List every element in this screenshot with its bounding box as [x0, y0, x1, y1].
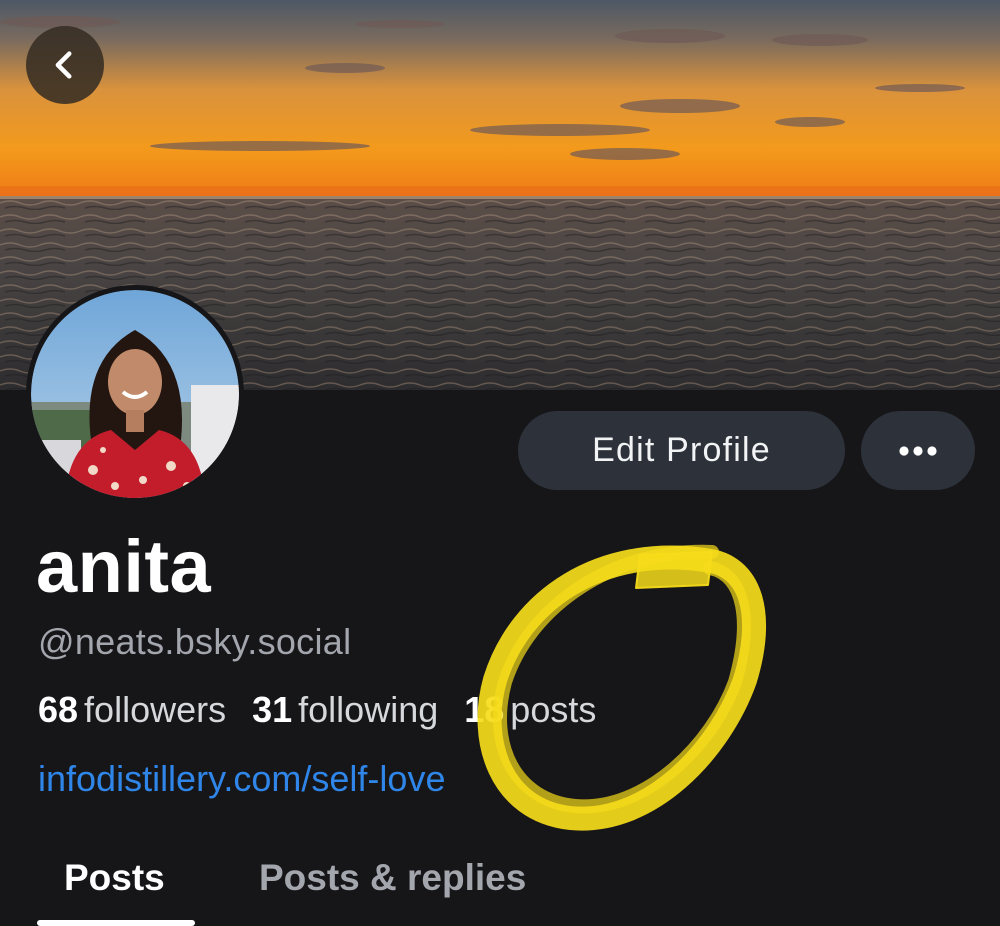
following-stat[interactable]: 31 following — [252, 688, 438, 731]
profile-stats: 68 followers 31 following 18 posts — [38, 688, 622, 731]
tab-posts[interactable]: Posts — [64, 856, 165, 900]
active-tab-indicator — [37, 920, 195, 926]
followers-label: followers — [84, 689, 227, 730]
followers-count: 68 — [38, 689, 79, 730]
tab-posts-and-replies[interactable]: Posts & replies — [259, 856, 526, 900]
following-count: 31 — [252, 689, 293, 730]
posts-label: posts — [510, 689, 597, 730]
posts-count: 18 — [464, 689, 505, 730]
followers-stat[interactable]: 68 followers — [38, 688, 226, 731]
profile-tabs: Posts Posts & replies — [0, 846, 1000, 926]
profile-website-link[interactable]: infodistillery.com/self-love — [38, 757, 445, 800]
more-horizontal-icon — [899, 445, 937, 456]
back-button[interactable] — [26, 26, 104, 104]
profile-screen: Edit Profile anita @neats.bsky.social 68… — [0, 0, 1000, 926]
more-options-button[interactable] — [861, 411, 975, 490]
chevron-left-icon — [55, 51, 72, 79]
edit-profile-button[interactable]: Edit Profile — [518, 411, 845, 490]
edit-profile-label: Edit Profile — [592, 431, 771, 469]
posts-stat: 18 posts — [464, 688, 596, 731]
avatar-photo — [31, 290, 239, 498]
display-name: anita — [36, 525, 212, 608]
profile-handle: @neats.bsky.social — [38, 621, 352, 662]
following-label: following — [298, 689, 439, 730]
avatar[interactable] — [26, 285, 244, 503]
